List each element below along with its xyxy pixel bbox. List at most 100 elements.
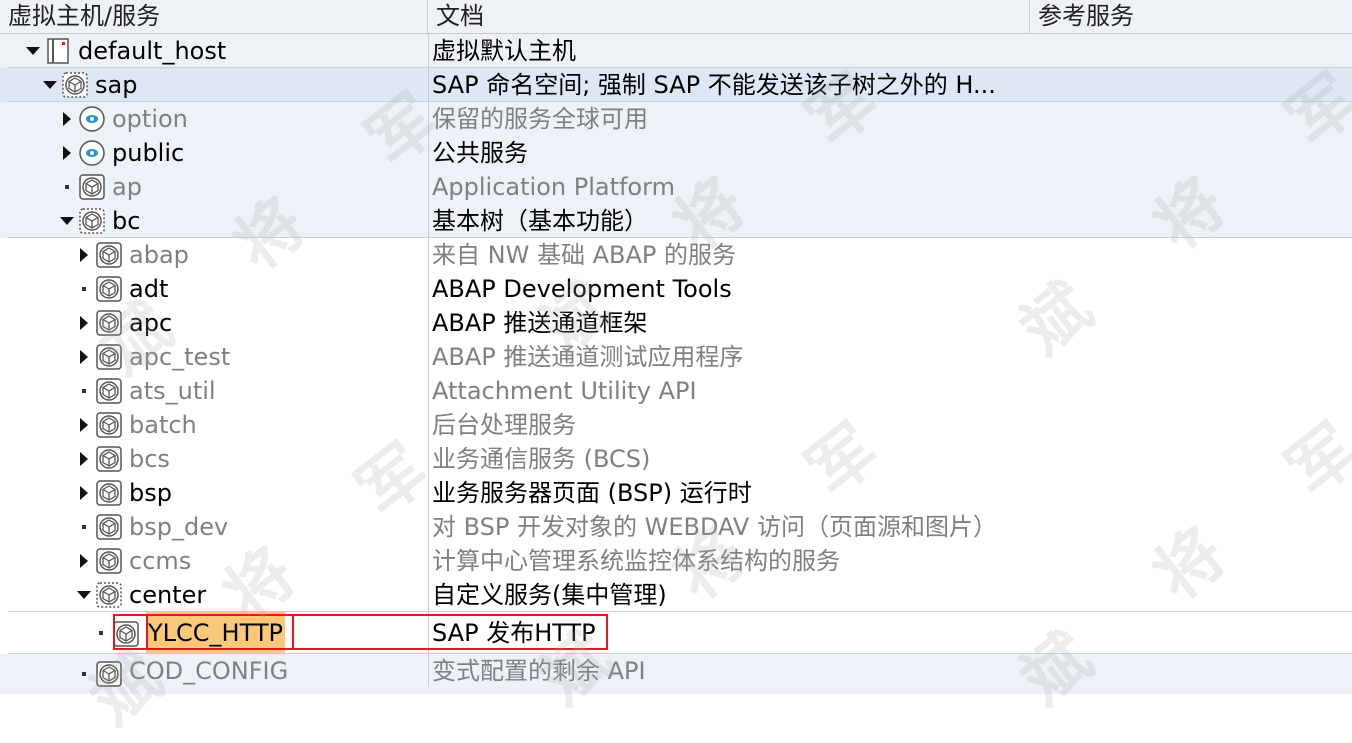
expand-arrow-icon[interactable]	[77, 306, 91, 340]
collapse-arrow-icon[interactable]	[43, 68, 57, 102]
collapse-arrow-icon[interactable]	[77, 578, 91, 612]
tree-row-apc[interactable]: apc ABAP 推送通道框架	[0, 306, 1352, 340]
expand-arrow-icon[interactable]	[60, 136, 74, 170]
doc-cell: 计算中心管理系统监控体系结构的服务	[432, 547, 840, 575]
node-label[interactable]: abap	[129, 238, 189, 272]
service-icon	[95, 479, 123, 507]
node-cell: default_host	[0, 34, 428, 68]
collapse-arrow-icon[interactable]	[26, 34, 40, 68]
service-icon	[95, 513, 123, 541]
node-cell: apc_test	[0, 340, 428, 374]
collapse-arrow-icon[interactable]	[60, 204, 74, 238]
doc-cell: 后台处理服务	[432, 411, 576, 439]
service-node-icon	[61, 71, 89, 99]
node-label[interactable]: sap	[95, 68, 137, 102]
doc-cell: 公共服务	[432, 139, 528, 167]
node-cell: ats_util	[0, 374, 428, 408]
node-cell: batch	[0, 408, 428, 442]
expand-arrow-icon[interactable]	[60, 102, 74, 136]
node-cell: YLCC_HTTP	[0, 612, 428, 654]
tree-row-sap[interactable]: sap SAP 命名空间; 强制 SAP 不能发送该子树之外的 H...	[0, 68, 1352, 102]
tree-row-adt[interactable]: adt ABAP Development Tools	[0, 272, 1352, 306]
column-header-ref-service[interactable]: 参考服务	[1030, 0, 1352, 33]
column-header: 虚拟主机/服务 文档 参考服务	[0, 0, 1352, 34]
node-cell: option	[0, 102, 428, 136]
tree-row-default-host[interactable]: default_host 虚拟默认主机	[0, 34, 1352, 68]
leaf-bullet-icon	[94, 612, 108, 654]
service-icon	[95, 377, 123, 405]
node-cell: public	[0, 136, 428, 170]
column-header-node[interactable]: 虚拟主机/服务	[0, 0, 428, 33]
node-label[interactable]: bsp	[129, 476, 172, 510]
service-icon	[95, 411, 123, 439]
expand-arrow-icon[interactable]	[77, 442, 91, 476]
doc-cell: Application Platform	[432, 173, 675, 201]
column-header-doc[interactable]: 文档	[428, 0, 1030, 33]
tree-row-apc-test[interactable]: apc_test ABAP 推送通道测试应用程序	[0, 340, 1352, 374]
tree-row-cod-config[interactable]: COD_CONFIG 变式配置的剩余 API	[0, 654, 1352, 694]
node-label[interactable]: batch	[129, 408, 197, 442]
service-icon	[95, 309, 123, 337]
node-label[interactable]: bsp_dev	[129, 510, 228, 544]
node-label[interactable]: ap	[112, 170, 142, 204]
tree-row-public[interactable]: public 公共服务	[0, 136, 1352, 170]
service-icon	[95, 275, 123, 303]
service-icon	[95, 241, 123, 269]
tree-row-ap[interactable]: ap Application Platform	[0, 170, 1352, 204]
tree-row-bc[interactable]: bc 基本树（基本功能）	[0, 204, 1352, 238]
service-icon	[78, 173, 106, 201]
expand-arrow-icon[interactable]	[77, 476, 91, 510]
node-cell: apc	[0, 306, 428, 340]
node-label[interactable]: ats_util	[129, 374, 216, 408]
node-label[interactable]: option	[112, 102, 188, 136]
node-cell: bc	[0, 204, 428, 238]
node-label[interactable]: bcs	[129, 442, 170, 476]
node-cell: bsp_dev	[0, 510, 428, 544]
leaf-bullet-icon	[77, 654, 91, 694]
doc-cell: 对 BSP 开发对象的 WEBDAV 访问（页面源和图片）	[432, 513, 997, 541]
expand-arrow-icon[interactable]	[77, 408, 91, 442]
node-cell: COD_CONFIG	[0, 654, 428, 694]
node-label[interactable]: ccms	[129, 544, 191, 578]
host-icon	[44, 37, 72, 65]
expand-arrow-icon[interactable]	[77, 544, 91, 578]
node-cell: bsp	[0, 476, 428, 510]
service-icon	[95, 343, 123, 371]
tree-row-ccms[interactable]: ccms 计算中心管理系统监控体系结构的服务	[0, 544, 1352, 578]
tree-row-bsp-dev[interactable]: bsp_dev 对 BSP 开发对象的 WEBDAV 访问（页面源和图片）	[0, 510, 1352, 544]
tree-row-option[interactable]: option 保留的服务全球可用	[0, 102, 1352, 136]
service-icon	[95, 660, 123, 688]
doc-cell: 业务服务器页面 (BSP) 运行时	[432, 479, 752, 507]
node-cell: ap	[0, 170, 428, 204]
tree-row-batch[interactable]: batch 后台处理服务	[0, 408, 1352, 442]
expand-arrow-icon[interactable]	[77, 238, 91, 272]
node-cell: center	[0, 578, 428, 612]
node-label[interactable]: center	[129, 578, 206, 612]
column-divider	[428, 33, 429, 687]
service-icon	[112, 619, 140, 647]
node-label[interactable]: apc	[129, 306, 172, 340]
service-node-icon	[95, 581, 123, 609]
doc-cell: 保留的服务全球可用	[432, 105, 648, 133]
node-label[interactable]: adt	[129, 272, 168, 306]
node-label[interactable]: default_host	[78, 34, 226, 68]
leaf-bullet-icon	[77, 272, 91, 306]
tree-row-abap[interactable]: abap 来自 NW 基础 ABAP 的服务	[0, 238, 1352, 272]
tree-row-bsp[interactable]: bsp 业务服务器页面 (BSP) 运行时	[0, 476, 1352, 510]
tree-row-ylcc-http[interactable]: YLCC_HTTP SAP 发布HTTP	[0, 612, 1352, 654]
expand-arrow-icon[interactable]	[77, 340, 91, 374]
node-label[interactable]: public	[112, 136, 184, 170]
service-node-icon	[78, 207, 106, 235]
tree-row-ats-util[interactable]: ats_util Attachment Utility API	[0, 374, 1352, 408]
doc-cell: 虚拟默认主机	[432, 37, 576, 65]
tree-row-center[interactable]: center 自定义服务(集中管理)	[0, 578, 1352, 612]
doc-cell: 基本树（基本功能）	[432, 207, 648, 235]
node-label[interactable]: YLCC_HTTP	[146, 612, 285, 654]
doc-cell: 来自 NW 基础 ABAP 的服务	[432, 241, 736, 269]
doc-cell: Attachment Utility API	[432, 377, 697, 405]
node-label[interactable]: bc	[112, 204, 140, 238]
node-label[interactable]: apc_test	[129, 340, 230, 374]
node-label[interactable]: COD_CONFIG	[129, 654, 288, 688]
leaf-bullet-icon	[77, 510, 91, 544]
tree-row-bcs[interactable]: bcs 业务通信服务 (BCS)	[0, 442, 1352, 476]
